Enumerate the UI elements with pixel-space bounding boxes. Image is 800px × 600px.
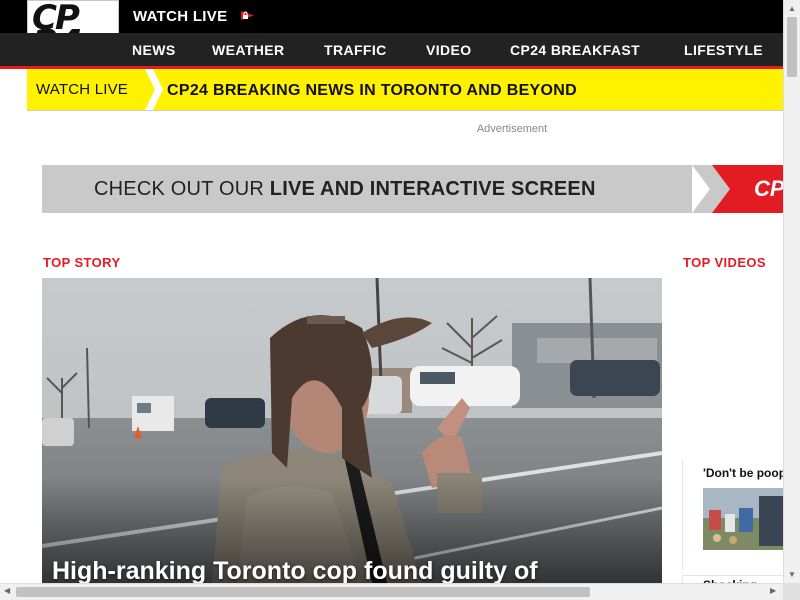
top-story-image[interactable]: High-ranking Toronto cop found guilty of <box>42 278 662 583</box>
advertisement-label: Advertisement <box>476 123 548 135</box>
scroll-right-icon[interactable]: ▶ <box>770 586 776 595</box>
video-thumbnail[interactable] <box>703 488 784 550</box>
ad-text-light: CHECK OUT OUR <box>94 178 270 200</box>
nav-lifestyle[interactable]: LIFESTYLE <box>684 42 763 58</box>
top-video-item[interactable]: 'Don't be poop <box>682 460 786 570</box>
nav-video[interactable]: VIDEO <box>426 42 472 58</box>
main-nav: NEWS WEATHER TRAFFIC VIDEO CP24 BREAKFAS… <box>0 33 783 69</box>
live-ticker-bar[interactable]: WATCH LIVE CP24 BREAKING NEWS IN TORONTO… <box>27 69 783 111</box>
live-lock-icon <box>241 11 254 20</box>
horizontal-scrollbar[interactable]: ◀ ▶ <box>0 583 783 600</box>
nav-traffic[interactable]: TRAFFIC <box>324 42 387 58</box>
top-story-headline[interactable]: High-ranking Toronto cop found guilty of <box>52 557 538 583</box>
scrollbar-corner <box>783 583 800 600</box>
nav-weather[interactable]: WEATHER <box>212 42 285 58</box>
video-title[interactable]: 'Don't be poop <box>703 466 786 480</box>
scroll-down-icon[interactable]: ▼ <box>788 570 796 579</box>
watch-live-link[interactable]: WATCH LIVE <box>133 8 227 25</box>
horizontal-scroll-thumb[interactable] <box>16 587 590 597</box>
ticker-watch-live[interactable]: WATCH LIVE <box>36 81 128 98</box>
chevron-right-icon <box>145 69 163 110</box>
vertical-scroll-thumb[interactable] <box>787 17 797 77</box>
top-story-label[interactable]: TOP STORY <box>43 255 121 270</box>
ticker-headline[interactable]: CP24 BREAKING NEWS IN TORONTO AND BEYOND <box>167 82 577 100</box>
scroll-up-icon[interactable]: ▲ <box>788 4 796 13</box>
top-videos-label[interactable]: TOP VIDEOS <box>683 255 766 270</box>
video-thumbnail-image <box>703 488 784 550</box>
ad-banner[interactable]: CHECK OUT OUR LIVE AND INTERACTIVE SCREE… <box>42 165 783 213</box>
hero-photo <box>42 278 662 583</box>
vertical-scrollbar[interactable]: ▲ ▼ <box>783 0 800 583</box>
scroll-left-icon[interactable]: ◀ <box>4 586 10 595</box>
nav-cp24-breakfast[interactable]: CP24 BREAKFAST <box>510 42 640 58</box>
ad-text-bold: LIVE AND INTERACTIVE SCREEN <box>269 178 596 200</box>
ad-logo: CP <box>754 176 783 201</box>
nav-news[interactable]: NEWS <box>132 42 176 58</box>
ad-text: CHECK OUT OUR LIVE AND INTERACTIVE SCREE… <box>94 178 596 201</box>
